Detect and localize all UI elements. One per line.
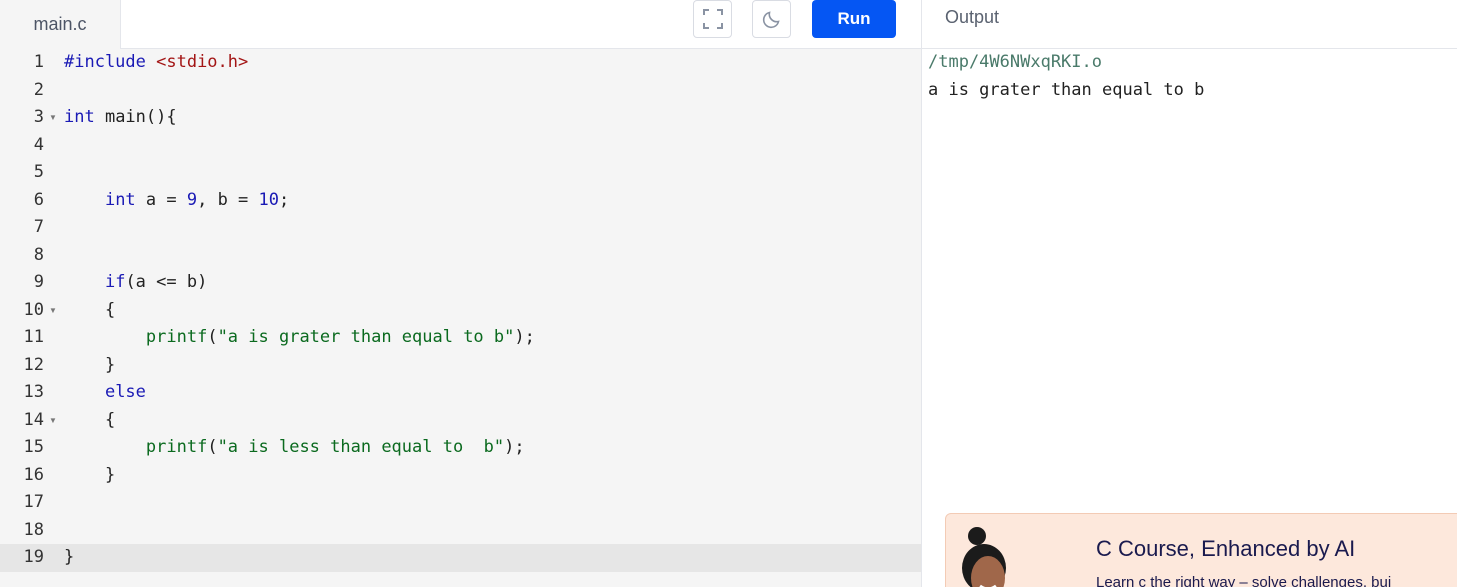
output-text: a is grater than equal to b [928, 80, 1205, 100]
line-number: 15 [23, 437, 44, 457]
moon-icon [762, 11, 780, 29]
line-number: 7 [33, 217, 44, 237]
output-title: Output [945, 7, 1000, 27]
code-line[interactable]: int a = 9, b = 10; [64, 187, 289, 214]
code-line[interactable]: } [64, 462, 115, 489]
fullscreen-button[interactable] [693, 0, 732, 38]
code-line[interactable]: if(a <= b) [64, 269, 207, 296]
line-number: 9 [33, 272, 44, 292]
panel-divider[interactable] [921, 0, 922, 587]
fullscreen-icon [702, 9, 723, 29]
promo-subtitle: Learn c the right way – solve challenges… [1096, 574, 1392, 587]
line-number: 19 [23, 547, 44, 567]
code-line[interactable]: } [64, 544, 74, 571]
code-line[interactable]: { [64, 407, 115, 434]
code-line[interactable]: printf("a is grater than equal to b"); [64, 324, 535, 351]
line-number: 8 [33, 244, 44, 265]
theme-toggle-button[interactable] [752, 0, 791, 38]
line-number: 13 [23, 382, 44, 402]
promo-card[interactable]: C Course, Enhanced by AI Learn c the rig… [945, 513, 1457, 587]
output-path: /tmp/4W6NWxqRKI.o [928, 52, 1102, 72]
code-line[interactable]: else [64, 379, 146, 406]
avatar [962, 527, 1006, 587]
line-number: 11 [23, 327, 44, 347]
line-number: 1 [33, 52, 44, 72]
tab-label: main.c [33, 14, 87, 34]
active-line-highlight [0, 544, 921, 572]
line-number: 4 [33, 134, 44, 155]
code-editor[interactable]: 1 #include <stdio.h> 2 3 ▼ int main(){4 5 6 int… [0, 49, 921, 587]
code-line[interactable]: printf("a is less than equal to b"); [64, 434, 525, 461]
line-number: 2 [33, 79, 44, 100]
fold-toggle-icon[interactable]: ▼ [49, 104, 57, 131]
line-number: 16 [23, 464, 44, 485]
code-line[interactable]: } [64, 352, 115, 379]
line-number: 12 [23, 354, 44, 375]
promo-title: C Course, Enhanced by AI [1096, 536, 1356, 561]
line-number: 18 [23, 519, 44, 540]
line-number: 5 [33, 162, 44, 182]
top-bar: main.c Run Output [0, 0, 1457, 49]
code-line[interactable]: #include <stdio.h> [64, 49, 248, 76]
tab-main-c[interactable]: main.c [0, 0, 121, 49]
line-number: 6 [33, 189, 44, 210]
line-number: 17 [23, 492, 44, 512]
code-line[interactable]: int main(){ [64, 104, 177, 131]
fold-toggle-icon[interactable]: ▼ [49, 407, 57, 434]
run-button[interactable]: Run [812, 0, 896, 38]
code-line[interactable]: { [64, 297, 115, 324]
fold-toggle-icon[interactable]: ▼ [49, 297, 57, 324]
